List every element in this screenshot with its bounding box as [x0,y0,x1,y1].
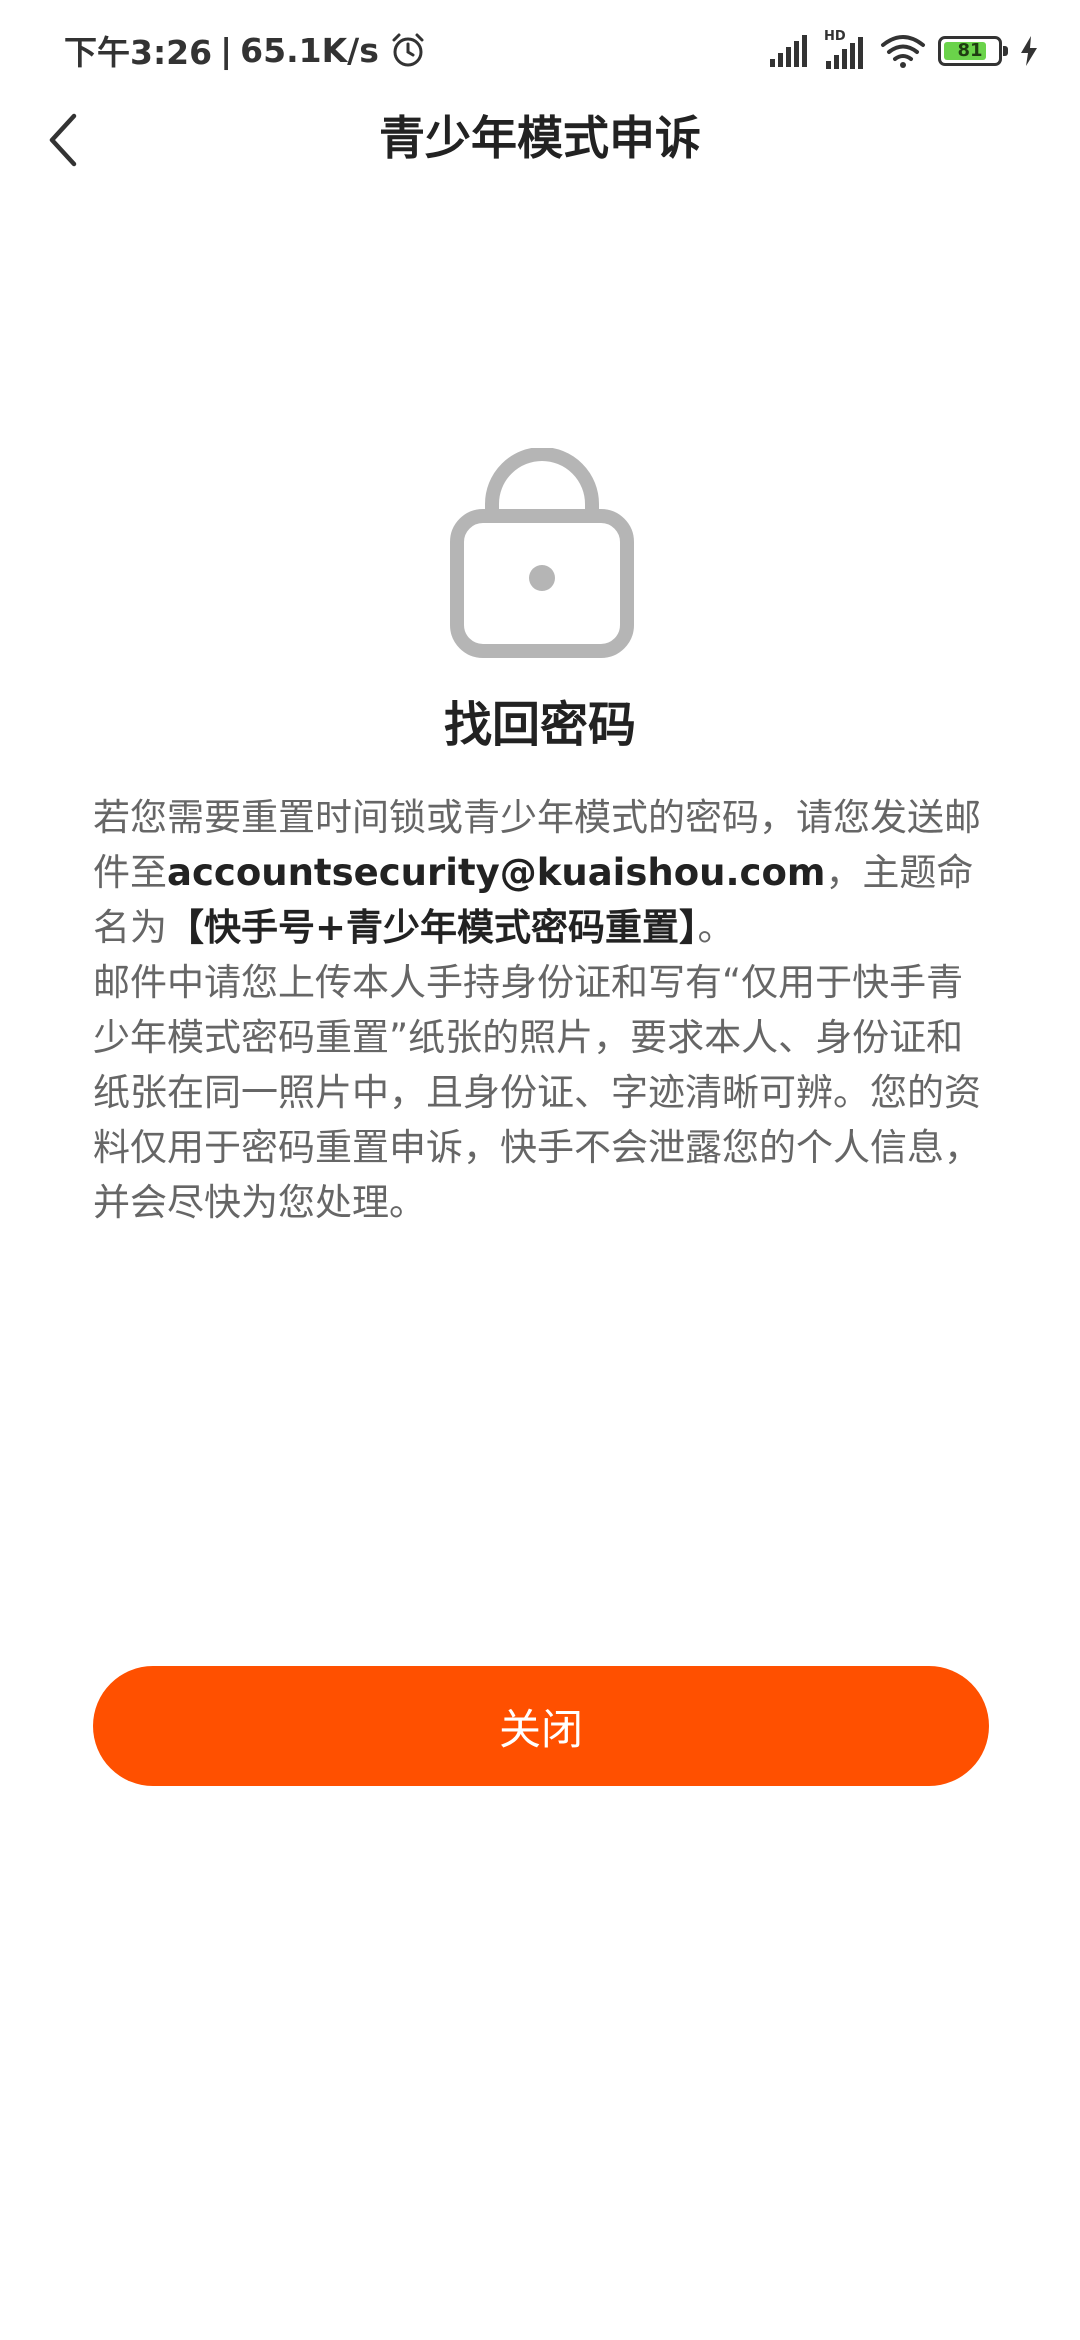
status-bar: 下午3:26 | 65.1K/s HD 81 [0,0,1080,96]
email-subject: 【快手号+青少年模式密码重置】 [167,906,698,949]
network-speed: 65.1K/s [240,30,379,70]
signal-hd-icon: HD [824,29,868,69]
lock-graphic [450,447,634,658]
page-title: 青少年模式申诉 [379,111,701,165]
instructions-paragraph-1: 若您需要重置时间锁或青少年模式的密码，请您发送邮件至accountsecurit… [93,790,993,955]
support-email: accountsecurity@kuaishou.com [167,851,826,894]
battery-level: 81 [957,40,983,61]
nav-bar: 青少年模式申诉 [0,96,1080,180]
instructions-paragraph-2: 邮件中请您上传本人手持身份证和写有“仅用于快手青少年模式密码重置”纸张的照片，要… [93,961,981,1224]
lock-icon [450,447,634,658]
instructions: 若您需要重置时间锁或青少年模式的密码，请您发送邮件至accountsecurit… [93,790,993,1230]
battery-icon: 81 [938,36,1008,66]
status-left: 下午3:26 | 65.1K/s [64,28,427,72]
screen: 下午3:26 | 65.1K/s HD 81 青少年模式申诉 找回密码 若您需要… [0,0,1080,2340]
status-right: HD 81 [756,29,1040,72]
heading: 找回密码 [443,697,636,753]
p1-text-c: 。 [697,906,735,949]
status-separator: | [220,30,233,70]
status-time: 下午3:26 [64,33,213,72]
charging-icon [1021,36,1037,66]
wifi-icon [881,35,925,68]
signal-icon [770,35,807,67]
alarm-icon [392,33,424,67]
close-button[interactable]: 关闭 [93,1666,989,1786]
signal-hd-bars [826,37,863,69]
